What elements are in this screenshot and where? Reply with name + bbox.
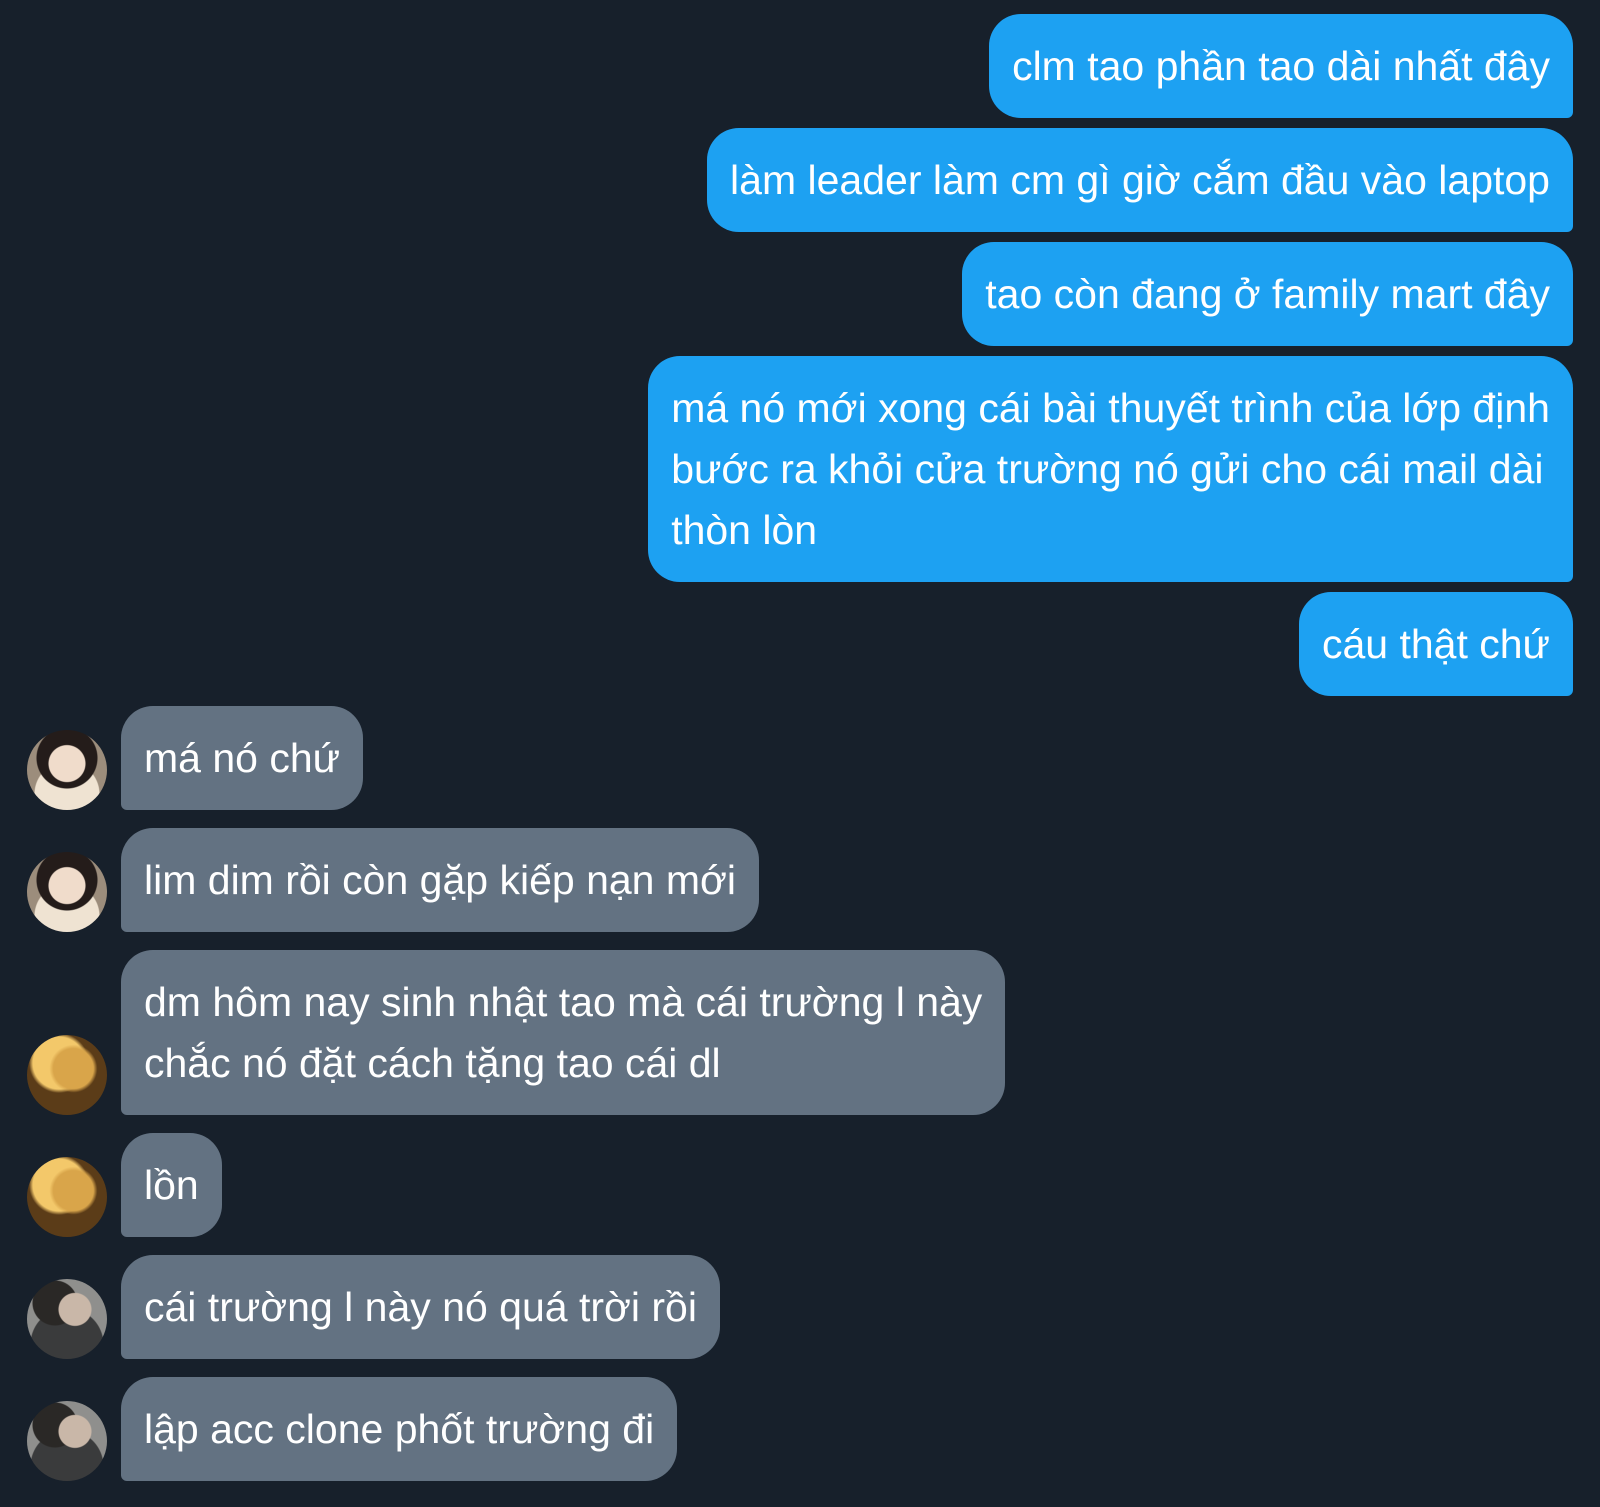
- chat-thread: clm tao phần tao dài nhất đây làm leader…: [0, 0, 1600, 1507]
- message-row-outgoing: cáu thật chứ: [27, 592, 1573, 696]
- message-row-outgoing: tao còn đang ở family mart đây: [27, 242, 1573, 346]
- message-row-incoming: lập acc clone phốt trường đi: [27, 1377, 1573, 1481]
- message-row-outgoing: làm leader làm cm gì giờ cắm đầu vào lap…: [27, 128, 1573, 232]
- incoming-message-bubble[interactable]: má nó chứ: [121, 706, 364, 810]
- outgoing-message-bubble[interactable]: tao còn đang ở family mart đây: [962, 242, 1573, 346]
- avatar-girl-icon[interactable]: [27, 852, 107, 932]
- message-row-incoming: dm hôm nay sinh nhật tao mà cái trường l…: [27, 950, 1573, 1115]
- incoming-message-bubble[interactable]: lồn: [121, 1133, 222, 1237]
- outgoing-message-bubble[interactable]: cáu thật chứ: [1298, 592, 1573, 696]
- avatar-girl-icon[interactable]: [27, 730, 107, 810]
- incoming-message-bubble[interactable]: dm hôm nay sinh nhật tao mà cái trường l…: [121, 950, 1006, 1115]
- outgoing-message-bubble[interactable]: làm leader làm cm gì giờ cắm đầu vào lap…: [707, 128, 1573, 232]
- outgoing-message-bubble[interactable]: má nó mới xong cái bài thuyết trình của …: [648, 356, 1573, 582]
- message-row-incoming: lồn: [27, 1133, 1573, 1237]
- message-row-incoming: cái trường l này nó quá trời rồi: [27, 1255, 1573, 1359]
- avatar-blond-icon[interactable]: [27, 1157, 107, 1237]
- avatar-blond-icon[interactable]: [27, 1035, 107, 1115]
- incoming-message-bubble[interactable]: cái trường l này nó quá trời rồi: [121, 1255, 720, 1359]
- message-row-outgoing: má nó mới xong cái bài thuyết trình của …: [27, 356, 1573, 582]
- outgoing-message-bubble[interactable]: clm tao phần tao dài nhất đây: [989, 14, 1573, 118]
- avatar-boy-icon[interactable]: [27, 1279, 107, 1359]
- message-row-outgoing: clm tao phần tao dài nhất đây: [27, 14, 1573, 118]
- avatar-boy-icon[interactable]: [27, 1401, 107, 1481]
- incoming-message-bubble[interactable]: lập acc clone phốt trường đi: [121, 1377, 678, 1481]
- message-row-incoming: lim dim rồi còn gặp kiếp nạn mới: [27, 828, 1573, 932]
- message-row-incoming: má nó chứ: [27, 706, 1573, 810]
- incoming-message-bubble[interactable]: lim dim rồi còn gặp kiếp nạn mới: [121, 828, 760, 932]
